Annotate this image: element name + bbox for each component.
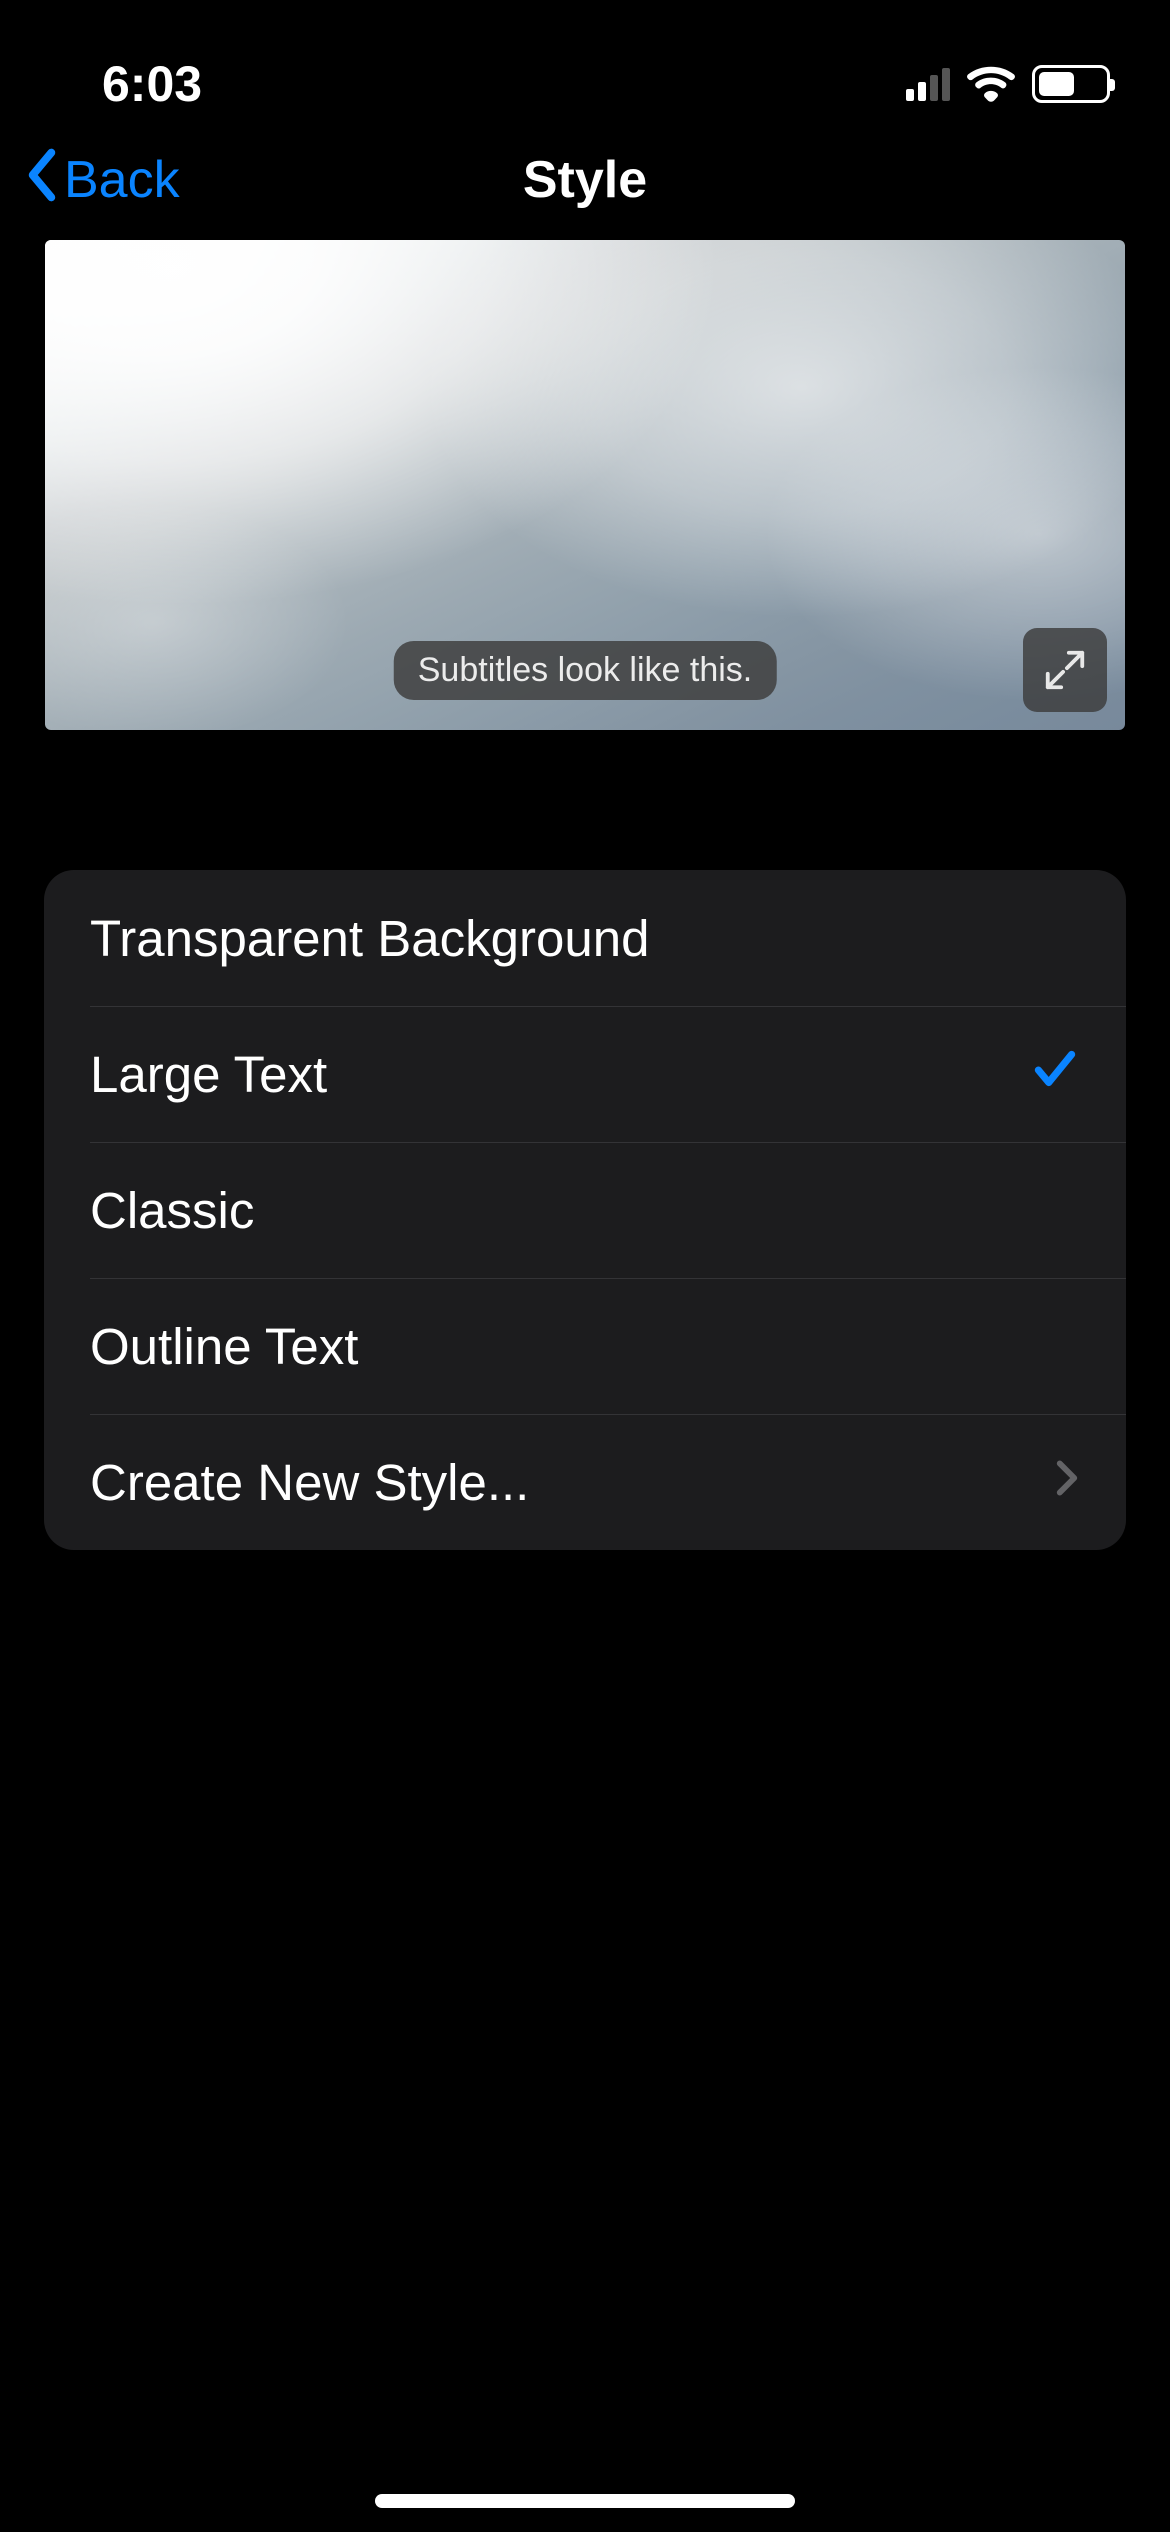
style-option-label: Transparent Background bbox=[90, 909, 649, 968]
style-option-transparent-background[interactable]: Transparent Background bbox=[44, 870, 1126, 1006]
style-option-large-text[interactable]: Large Text bbox=[44, 1006, 1126, 1142]
status-bar: 6:03 bbox=[0, 0, 1170, 130]
status-icons bbox=[906, 65, 1110, 103]
status-time: 6:03 bbox=[102, 55, 202, 113]
cellular-icon bbox=[906, 67, 950, 101]
subtitle-preview: Subtitles look like this. bbox=[45, 240, 1125, 730]
battery-icon bbox=[1032, 65, 1110, 103]
subtitle-sample-text: Subtitles look like this. bbox=[394, 641, 777, 700]
back-button[interactable]: Back bbox=[24, 147, 180, 213]
style-option-label: Outline Text bbox=[90, 1317, 358, 1376]
home-indicator[interactable] bbox=[375, 2494, 795, 2508]
style-option-classic[interactable]: Classic bbox=[44, 1142, 1126, 1278]
create-new-style[interactable]: Create New Style... bbox=[44, 1414, 1126, 1550]
wifi-icon bbox=[966, 65, 1016, 103]
expand-icon bbox=[1042, 647, 1088, 693]
style-option-label: Create New Style... bbox=[90, 1453, 529, 1512]
page-title: Style bbox=[523, 150, 647, 210]
style-option-label: Classic bbox=[90, 1181, 254, 1240]
back-label: Back bbox=[64, 150, 180, 210]
style-option-label: Large Text bbox=[90, 1045, 327, 1104]
chevron-right-icon bbox=[1054, 1455, 1080, 1509]
chevron-left-icon bbox=[24, 147, 60, 213]
style-list: Transparent Background Large Text Classi… bbox=[44, 870, 1126, 1550]
style-option-outline-text[interactable]: Outline Text bbox=[44, 1278, 1126, 1414]
navigation-bar: Back Style bbox=[0, 130, 1170, 230]
expand-button[interactable] bbox=[1023, 628, 1107, 712]
checkmark-icon bbox=[1030, 1041, 1080, 1108]
